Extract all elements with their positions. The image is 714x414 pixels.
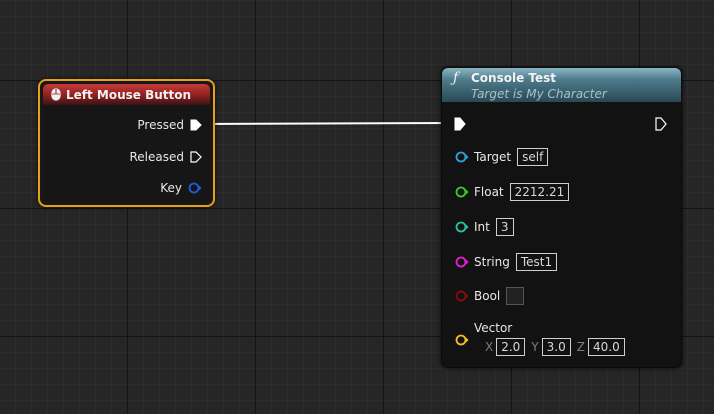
- target-input-row: Target self: [455, 147, 549, 167]
- vector-x-value[interactable]: 2.0: [496, 338, 526, 356]
- pressed-pin-row: Pressed: [137, 117, 202, 133]
- key-pin-row: Key: [160, 180, 202, 196]
- event-node-title: Left Mouse Button: [66, 87, 192, 102]
- exec-out-pin-icon[interactable]: [655, 117, 667, 131]
- function-icon: ƒ: [453, 70, 459, 86]
- event-node-header[interactable]: Left Mouse Button: [43, 84, 210, 105]
- vector-components: X 2.0 Y 3.0 Z 40.0: [485, 338, 631, 356]
- target-value[interactable]: self: [517, 148, 549, 166]
- vector-y-axis-label: Y: [531, 340, 539, 354]
- console-test-function-node[interactable]: ƒ Console Test Target is My Character Ta…: [441, 67, 682, 368]
- int-value[interactable]: 3: [495, 218, 514, 236]
- string-input-row: String Test1: [455, 252, 558, 272]
- bool-checkbox[interactable]: [506, 287, 525, 305]
- string-value[interactable]: Test1: [515, 253, 558, 271]
- mouse-icon: [51, 88, 61, 101]
- released-exec-pin-icon[interactable]: [190, 151, 202, 163]
- float-input-row: Float 2212.21: [455, 182, 570, 202]
- target-label: Target: [474, 150, 512, 164]
- vector-y-value[interactable]: 3.0: [541, 338, 571, 356]
- string-pin-icon[interactable]: [455, 256, 469, 268]
- pressed-exec-pin-icon[interactable]: [190, 119, 202, 131]
- float-label: Float: [474, 185, 504, 199]
- vector-z-value[interactable]: 40.0: [588, 338, 625, 356]
- target-pin-icon[interactable]: [455, 151, 469, 163]
- vector-input-row: [455, 330, 469, 350]
- bool-input-row: Bool: [455, 286, 525, 306]
- int-pin-icon[interactable]: [455, 221, 469, 233]
- function-node-title: Console Test: [471, 71, 557, 85]
- vector-z-axis-label: Z: [576, 340, 585, 354]
- float-pin-icon[interactable]: [455, 186, 469, 198]
- bool-label: Bool: [474, 289, 501, 303]
- vector-pin-icon[interactable]: [455, 334, 469, 346]
- int-input-row: Int 3: [455, 217, 514, 237]
- key-struct-pin-icon[interactable]: [188, 182, 202, 194]
- exec-in-pin-icon[interactable]: [454, 117, 466, 131]
- pressed-label: Pressed: [137, 118, 184, 132]
- released-pin-row: Released: [129, 149, 202, 165]
- float-value[interactable]: 2212.21: [509, 183, 570, 201]
- string-label: String: [474, 255, 510, 269]
- released-label: Released: [129, 150, 184, 164]
- bool-pin-icon[interactable]: [455, 290, 469, 302]
- function-node-subtitle: Target is My Character: [471, 87, 607, 101]
- vector-label: Vector: [474, 321, 513, 335]
- key-label: Key: [160, 181, 182, 195]
- int-label: Int: [474, 220, 490, 234]
- left-mouse-button-event-node[interactable]: Left Mouse Button Pressed Released Key: [38, 79, 215, 207]
- function-node-header[interactable]: ƒ Console Test Target is My Character: [442, 68, 681, 102]
- vector-x-axis-label: X: [485, 340, 494, 354]
